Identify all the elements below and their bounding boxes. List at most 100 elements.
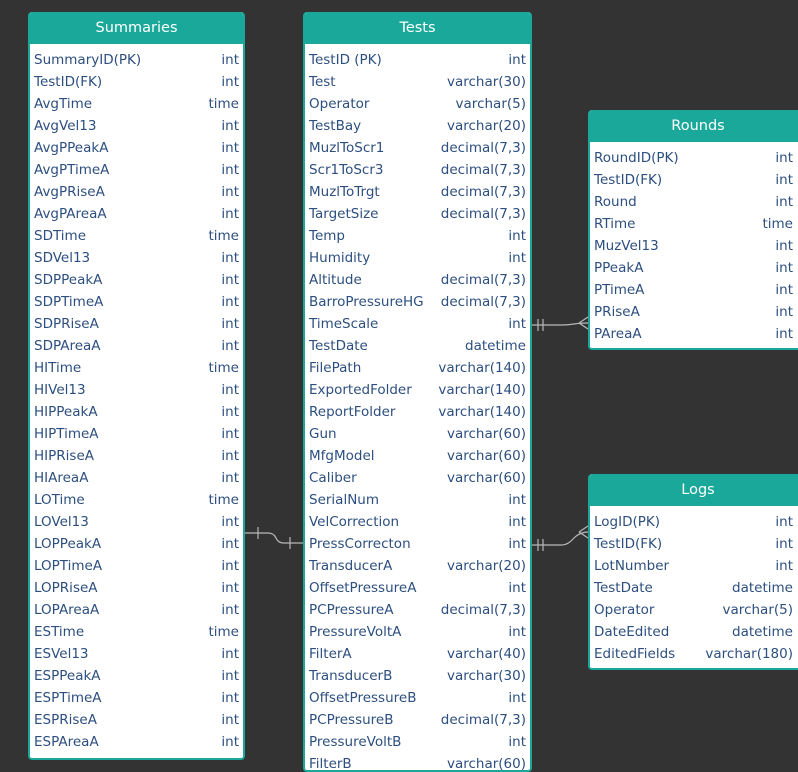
table-row[interactable]: PRiseA int: [590, 301, 798, 323]
table-row[interactable]: BarroPressureHG decimal(7,3): [305, 291, 530, 313]
table-row[interactable]: ExportedFolder varchar(140): [305, 379, 530, 401]
table-row[interactable]: RTime time: [590, 213, 798, 235]
table-row[interactable]: AvgTime time: [30, 93, 243, 115]
table-row[interactable]: SDPAreaA int: [30, 335, 243, 357]
table-row[interactable]: MuzVel13 int: [590, 235, 798, 257]
table-row[interactable]: TestDate datetime: [590, 577, 798, 599]
table-row[interactable]: PAreaA int: [590, 323, 798, 345]
table-row[interactable]: EditedFields varchar(180): [590, 643, 798, 665]
table-rounds[interactable]: Rounds RoundID(PK) int TestID(FK) int Round i…: [588, 110, 798, 350]
table-row[interactable]: FilterB varchar(60): [305, 753, 530, 770]
table-row[interactable]: TestID (PK) int: [305, 49, 530, 71]
table-header-summaries[interactable]: Summaries: [30, 12, 243, 44]
table-row[interactable]: Humidity int: [305, 247, 530, 269]
table-row[interactable]: AvgPAreaA int: [30, 203, 243, 225]
table-row[interactable]: PressureVoltB int: [305, 731, 530, 753]
table-row[interactable]: OffsetPressureB int: [305, 687, 530, 709]
table-row[interactable]: HIPRiseA int: [30, 445, 243, 467]
table-row[interactable]: LOPAreaA int: [30, 599, 243, 621]
table-row[interactable]: TimeScale int: [305, 313, 530, 335]
table-row[interactable]: LOPTimeA int: [30, 555, 243, 577]
column-name: PCPressureB: [309, 712, 394, 728]
table-row[interactable]: SummaryID(PK) int: [30, 49, 243, 71]
table-row[interactable]: TestDate datetime: [305, 335, 530, 357]
table-header-tests[interactable]: Tests: [305, 12, 530, 44]
table-row[interactable]: TestID(FK) int: [30, 71, 243, 93]
table-header-logs[interactable]: Logs: [590, 474, 798, 506]
table-row[interactable]: Test varchar(30): [305, 71, 530, 93]
table-tests[interactable]: Tests TestID (PK) int Test varchar(30) Opera…: [303, 12, 532, 772]
table-row[interactable]: Operator varchar(5): [305, 93, 530, 115]
table-row[interactable]: TestBay varchar(20): [305, 115, 530, 137]
table-row[interactable]: LOTime time: [30, 489, 243, 511]
table-row[interactable]: ESTime time: [30, 621, 243, 643]
table-row[interactable]: HIPPeakA int: [30, 401, 243, 423]
table-row[interactable]: LOVel13 int: [30, 511, 243, 533]
column-name: LOVel13: [34, 514, 89, 530]
column-name: TransducerB: [309, 668, 393, 684]
table-row[interactable]: PTimeA int: [590, 279, 798, 301]
table-row[interactable]: HIAreaA int: [30, 467, 243, 489]
table-row[interactable]: LotNumber int: [590, 555, 798, 577]
table-row[interactable]: VelCorrection int: [305, 511, 530, 533]
relationship-summaries-tests[interactable]: [245, 527, 303, 549]
table-row[interactable]: LOPPeakA int: [30, 533, 243, 555]
table-row[interactable]: SDPRiseA int: [30, 313, 243, 335]
table-row[interactable]: FilterA varchar(40): [305, 643, 530, 665]
table-row[interactable]: SDTime time: [30, 225, 243, 247]
table-row[interactable]: MfgModel varchar(60): [305, 445, 530, 467]
table-row[interactable]: SDPPeakA int: [30, 269, 243, 291]
table-row[interactable]: LogID(PK) int: [590, 511, 798, 533]
table-row[interactable]: ESVel13 int: [30, 643, 243, 665]
column-type: int: [221, 558, 239, 574]
table-row[interactable]: TargetSize decimal(7,3): [305, 203, 530, 225]
table-row[interactable]: AvgPPeakA int: [30, 137, 243, 159]
table-row[interactable]: HITime time: [30, 357, 243, 379]
table-row[interactable]: AvgVel13 int: [30, 115, 243, 137]
column-name: Temp: [309, 228, 345, 244]
table-row[interactable]: OffsetPressureA int: [305, 577, 530, 599]
table-row[interactable]: SerialNum int: [305, 489, 530, 511]
table-row[interactable]: Altitude decimal(7,3): [305, 269, 530, 291]
table-row[interactable]: HIVel13 int: [30, 379, 243, 401]
table-row[interactable]: ReportFolder varchar(140): [305, 401, 530, 423]
table-row[interactable]: ESPTimeA int: [30, 687, 243, 709]
table-row[interactable]: Temp int: [305, 225, 530, 247]
table-row[interactable]: SDPTimeA int: [30, 291, 243, 313]
table-row[interactable]: Operator varchar(5): [590, 599, 798, 621]
table-row[interactable]: PressCorrecton int: [305, 533, 530, 555]
table-row[interactable]: FilePath varchar(140): [305, 357, 530, 379]
column-type: int: [221, 426, 239, 442]
table-row[interactable]: SDVel13 int: [30, 247, 243, 269]
table-row[interactable]: AvgPRiseA int: [30, 181, 243, 203]
table-row[interactable]: RoundID(PK) int: [590, 147, 798, 169]
table-row[interactable]: DateEdited datetime: [590, 621, 798, 643]
table-row[interactable]: Scr1ToScr3 decimal(7,3): [305, 159, 530, 181]
relationship-tests-rounds[interactable]: [532, 316, 589, 331]
table-row[interactable]: LOPRiseA int: [30, 577, 243, 599]
table-row[interactable]: MuzlToTrgt decimal(7,3): [305, 181, 530, 203]
table-row[interactable]: Round int: [590, 191, 798, 213]
table-summaries[interactable]: Summaries SummaryID(PK) int TestID(FK) int A…: [28, 12, 245, 760]
table-row[interactable]: TransducerA varchar(20): [305, 555, 530, 577]
table-row[interactable]: PressureVoltA int: [305, 621, 530, 643]
table-row[interactable]: TestID(FK) int: [590, 169, 798, 191]
table-header-rounds[interactable]: Rounds: [590, 110, 798, 142]
table-row[interactable]: ESPPeakA int: [30, 665, 243, 687]
relationship-tests-logs[interactable]: [532, 525, 589, 551]
table-row[interactable]: PPeakA int: [590, 257, 798, 279]
table-row[interactable]: MuzlToScr1 decimal(7,3): [305, 137, 530, 159]
table-logs[interactable]: Logs LogID(PK) int TestID(FK) int LotNumber i…: [588, 474, 798, 670]
table-row[interactable]: HIPTimeA int: [30, 423, 243, 445]
table-row[interactable]: TestID(FK) int: [590, 533, 798, 555]
table-row[interactable]: ESPAreaA int: [30, 731, 243, 753]
table-row[interactable]: AvgPTimeA int: [30, 159, 243, 181]
column-name: Operator: [309, 96, 370, 112]
table-row[interactable]: TransducerB varchar(30): [305, 665, 530, 687]
table-row[interactable]: PCPressureA decimal(7,3): [305, 599, 530, 621]
table-row[interactable]: Caliber varchar(60): [305, 467, 530, 489]
table-row[interactable]: Gun varchar(60): [305, 423, 530, 445]
column-type: int: [508, 536, 526, 552]
table-row[interactable]: ESPRiseA int: [30, 709, 243, 731]
table-row[interactable]: PCPressureB decimal(7,3): [305, 709, 530, 731]
